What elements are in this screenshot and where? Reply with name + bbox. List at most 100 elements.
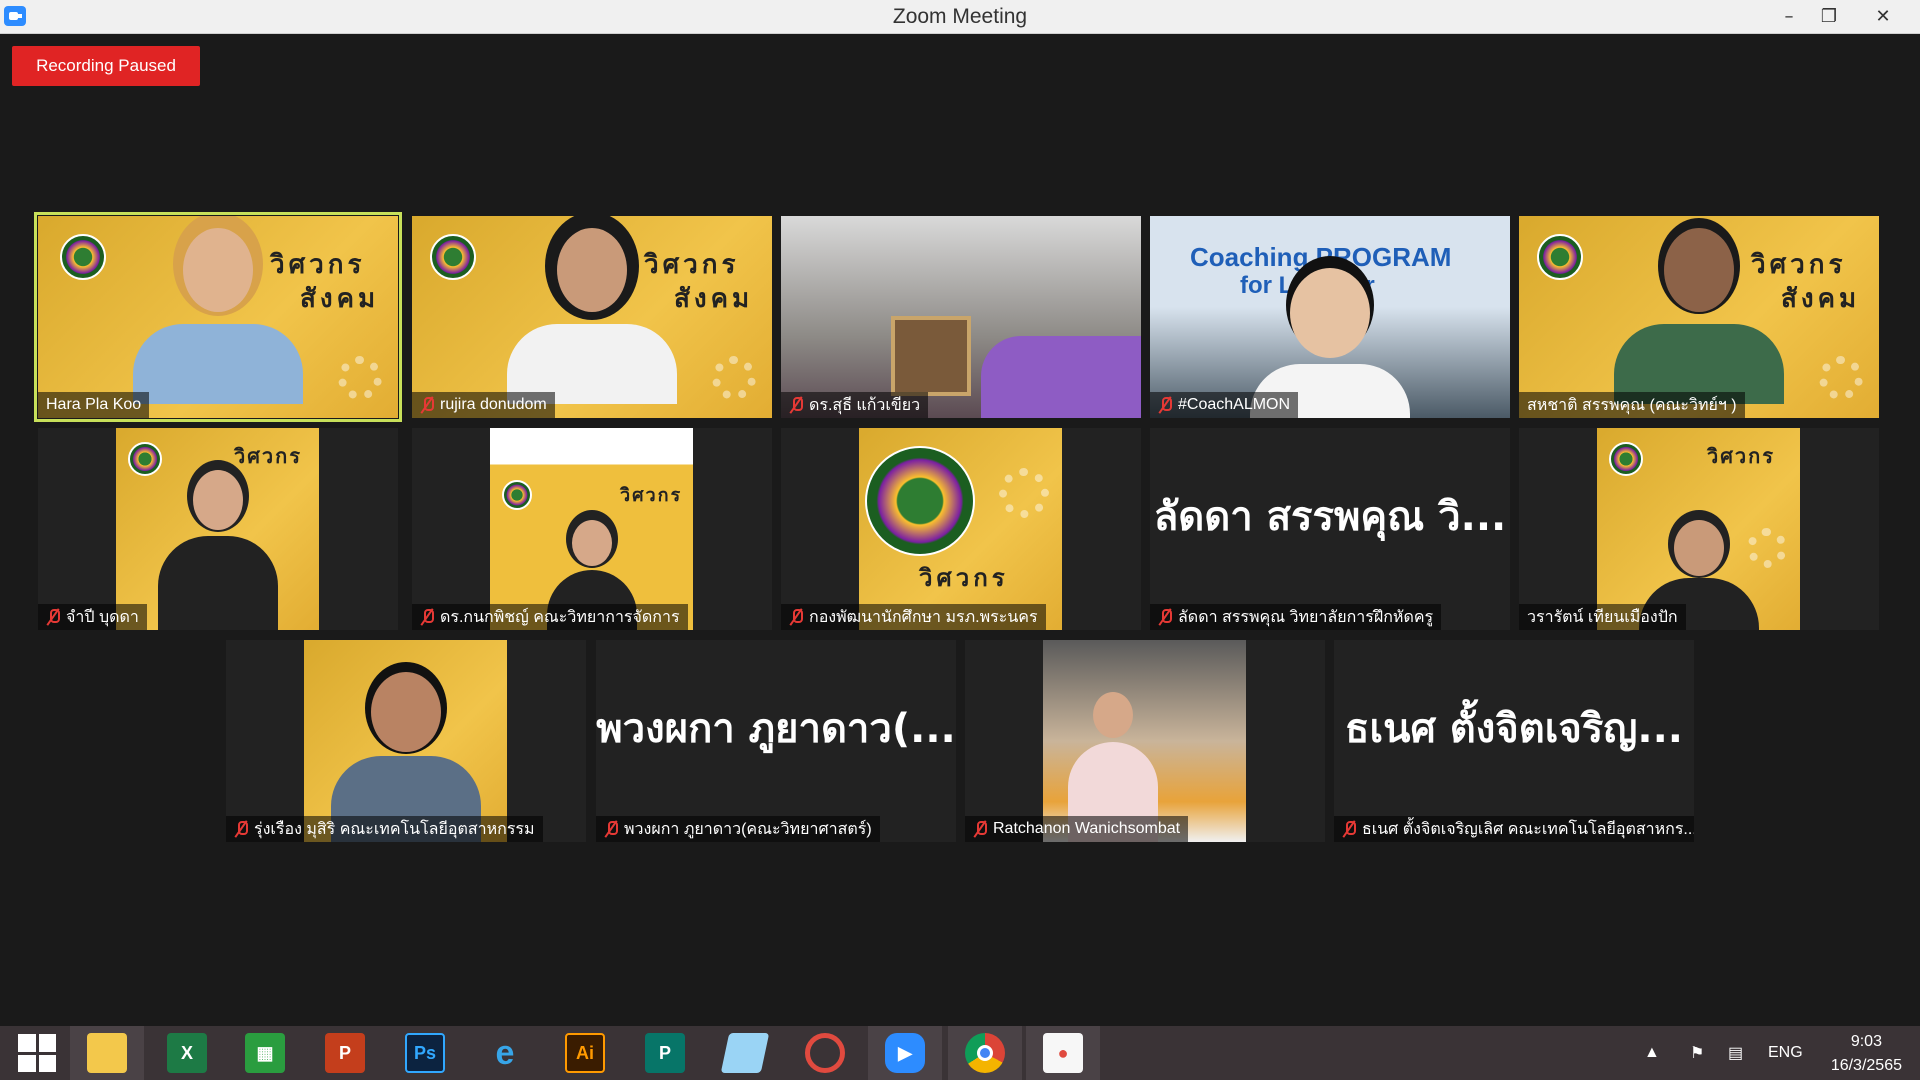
taskbar: X ▦ P Ps e Ai P ▶ ● ▲ ⚑ ▤ ENG 9:03 16/3/… [0, 1026, 1920, 1080]
window-title: Zoom Meeting [892, 5, 1028, 28]
participant-display-name: ธเนศ ตั้งจิตเจริญ... [1345, 706, 1683, 752]
participant-name: ดร.กนกพิชญ์ คณะวิทยาการจัดการ [412, 604, 688, 630]
participant-name: ลัดดา สรรพคุณ วิทยาลัยการฝึกหัดครู [1150, 604, 1442, 630]
participant-tile[interactable]: วิศวกร สังคม Hara Pla Koo [34, 212, 402, 422]
participant-video: วิศวกร [1597, 428, 1800, 630]
participant-tile[interactable]: วิศวกร กองพัฒนานักศึกษา มรภ.พระนคร [781, 428, 1141, 630]
taskbar-powerpoint[interactable]: P [308, 1026, 382, 1080]
action-center-flag-icon[interactable]: ⚑ [1690, 1026, 1704, 1080]
background-subtitle: สังคม [300, 284, 380, 314]
muted-mic-icon [1158, 396, 1172, 414]
participant-tile[interactable]: ธเนศ ตั้งจิตเจริญ... ธเนศ ตั้งจิตเจริญเล… [1334, 640, 1694, 842]
gear-icon [1819, 356, 1863, 400]
participant-name: วรารัตน์ เทียนเมืองปัก [1519, 604, 1686, 630]
start-button[interactable] [0, 1026, 74, 1080]
zoom-icon: ▶ [885, 1033, 925, 1073]
participant-video: วิศวกร [490, 428, 693, 630]
taskbar-illustrator[interactable]: Ai [548, 1026, 622, 1080]
muted-mic-icon [1342, 820, 1356, 838]
participant-name: #CoachALMON [1150, 392, 1299, 418]
taskbar-clock[interactable]: 9:03 16/3/2565 [1831, 1030, 1902, 1078]
recording-paused-badge[interactable]: Recording Paused [12, 46, 200, 86]
participant-display-name: พวงผกา ภูยาดาว(... [596, 706, 956, 752]
chrome-icon [965, 1033, 1005, 1073]
participant-video [1614, 228, 1784, 418]
taskbar-photoshop[interactable]: Ps [388, 1026, 462, 1080]
muted-mic-icon [1158, 608, 1172, 626]
participant-tile[interactable]: วิศวกร จำปี บุดดา [38, 428, 398, 630]
muted-mic-icon [789, 396, 803, 414]
participant-video: วิศวกร [859, 428, 1062, 630]
taskbar-chrome[interactable] [948, 1026, 1022, 1080]
hotocape-icon [805, 1033, 845, 1073]
university-seal-icon [865, 446, 975, 556]
university-seal-icon [1537, 234, 1583, 280]
participant-display-name: ลัดดา สรรพคุณ วิ... [1153, 494, 1507, 540]
participant-tile[interactable]: ดร.สุธี แก้วเขียว [781, 216, 1141, 418]
participant-tile[interactable]: วิศวกร ดร.กนกพิชญ์ คณะวิทยาการจัดการ [412, 428, 772, 630]
muted-mic-icon [46, 608, 60, 626]
taskbar-internet-explorer[interactable]: e [468, 1026, 542, 1080]
university-seal-icon [1609, 442, 1643, 476]
taskbar-store[interactable]: ▦ [228, 1026, 302, 1080]
clock-time: 9:03 [1850, 1033, 1882, 1050]
language-indicator[interactable]: ENG [1768, 1026, 1803, 1080]
participant-tile[interactable]: พวงผกา ภูยาดาว(... พวงผกา ภูยาดาว(คณะวิท… [596, 640, 956, 842]
title-bar: Zoom Meeting – ❐ ✕ [0, 0, 1920, 34]
taskbar-file-explorer[interactable] [70, 1026, 144, 1080]
participant-tile[interactable]: รุ่งเรือง มุสิริ คณะเทคโนโลยีอุตสาหกรรม [226, 640, 586, 842]
internet-explorer-icon: e [495, 1033, 515, 1072]
powerpoint-icon: P [325, 1033, 365, 1073]
network-icon[interactable]: ▤ [1728, 1026, 1743, 1080]
participant-video [133, 228, 303, 418]
background-title: วิศวกร [919, 564, 1009, 592]
taskbar-publisher[interactable]: P [628, 1026, 702, 1080]
participant-name: ธเนศ ตั้งจิตเจริญเลิศ คณะเทคโนโลยีอุตสาห… [1334, 816, 1694, 842]
participant-tile[interactable]: Ratchanon Wanichsombat [965, 640, 1325, 842]
background-subtitle: สังคม [674, 284, 754, 314]
muted-mic-icon [789, 608, 803, 626]
participant-video [1043, 640, 1246, 842]
background-title: วิศวกร [1707, 444, 1776, 468]
participant-name: พวงผกา ภูยาดาว(คณะวิทยาศาสตร์) [596, 816, 880, 842]
participant-tile[interactable]: Coaching PROGRAM for Lecturer #CoachALMO… [1150, 216, 1510, 418]
background-title: วิศวกร [234, 444, 303, 468]
participant-video: วิศวกร [116, 428, 319, 630]
participant-name: Ratchanon Wanichsombat [965, 816, 1189, 842]
excel-icon: X [167, 1033, 207, 1073]
participant-tile[interactable]: ลัดดา สรรพคุณ วิ... ลัดดา สรรพคุณ วิทยาล… [1150, 428, 1510, 630]
muted-mic-icon [420, 396, 434, 414]
participant-name: สหชาติ สรรพคุณ (คณะวิทย์ฯ ) [1519, 392, 1745, 418]
taskbar-excel[interactable]: X [150, 1026, 224, 1080]
participant-video [304, 640, 507, 842]
university-seal-icon [502, 480, 532, 510]
taskbar-hotocape[interactable] [788, 1026, 862, 1080]
paint-icon: ● [1043, 1033, 1083, 1073]
show-hidden-icons-button[interactable]: ▲ [1644, 1026, 1660, 1080]
participant-name: กองพัฒนานักศึกษา มรภ.พระนคร [781, 604, 1046, 630]
participant-video [981, 336, 1141, 418]
university-seal-icon [128, 442, 162, 476]
taskbar-notepad[interactable] [708, 1026, 782, 1080]
clock-date: 16/3/2565 [1830, 1057, 1902, 1074]
participant-name: ดร.สุธี แก้วเขียว [781, 392, 929, 418]
gear-icon [712, 356, 756, 400]
muted-mic-icon [973, 820, 987, 838]
university-seal-icon [430, 234, 476, 280]
participant-tile[interactable]: วิศวกร สังคม rujira donudom [412, 216, 772, 418]
taskbar-zoom[interactable]: ▶ [868, 1026, 942, 1080]
photoshop-icon: Ps [405, 1033, 445, 1073]
framed-portrait [891, 316, 971, 396]
participant-video [507, 228, 677, 418]
participant-name: จำปี บุดดา [38, 604, 147, 630]
gear-icon [338, 356, 382, 400]
illustrator-icon: Ai [565, 1033, 605, 1073]
participant-name: rujira donudom [412, 392, 555, 418]
close-button[interactable]: ✕ [1860, 0, 1906, 32]
taskbar-paint[interactable]: ● [1026, 1026, 1100, 1080]
restore-button[interactable]: ❐ [1806, 0, 1852, 32]
participant-tile[interactable]: วิศวกร วรารัตน์ เทียนเมืองปัก [1519, 428, 1879, 630]
participant-name: รุ่งเรือง มุสิริ คณะเทคโนโลยีอุตสาหกรรม [226, 816, 543, 842]
publisher-icon: P [645, 1033, 685, 1073]
participant-tile[interactable]: วิศวกร สังคม สหชาติ สรรพคุณ (คณะวิทย์ฯ ) [1519, 216, 1879, 418]
